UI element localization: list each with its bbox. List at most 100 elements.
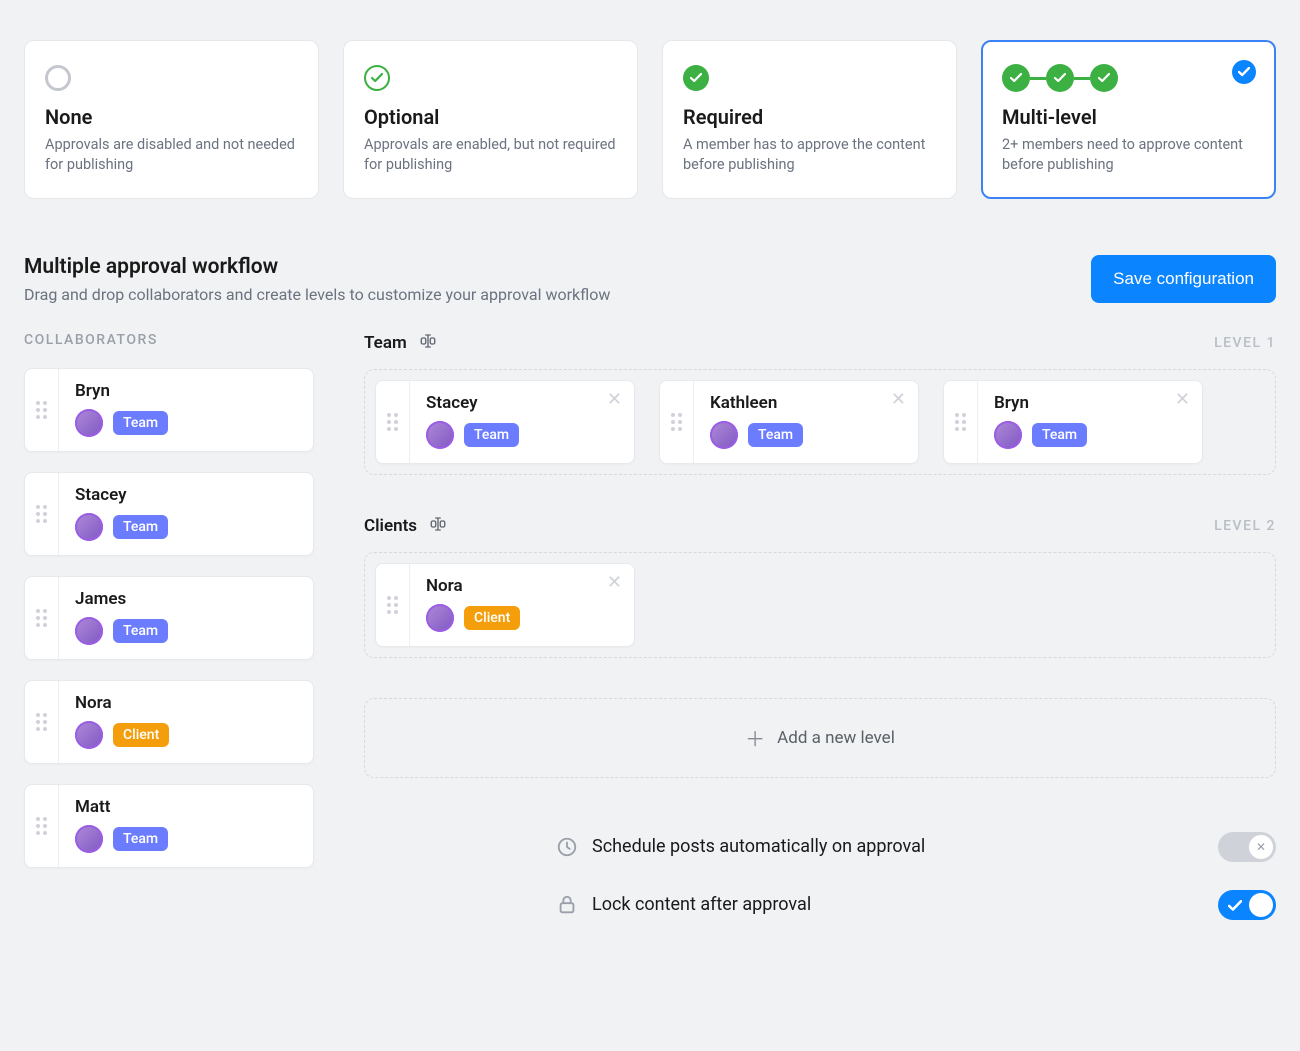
level-dropzone[interactable]: ✕ Nora Client [364, 552, 1276, 658]
switch-knob [1249, 893, 1273, 917]
remove-member-icon[interactable]: ✕ [607, 574, 622, 592]
option-required[interactable]: Required A member has to approve the con… [662, 40, 957, 199]
toggle-row-lock: Lock content after approval [556, 876, 1276, 934]
role-tag: Team [113, 515, 168, 539]
level-member-card[interactable]: ✕ Stacey Team [375, 380, 635, 464]
check-icon [1228, 897, 1242, 916]
multi-check-chain-icon [1002, 64, 1118, 92]
collaborator-card[interactable]: Stacey Team [24, 472, 314, 556]
collaborator-name: Stacey [75, 485, 297, 505]
role-tag: Client [113, 723, 169, 747]
remove-member-icon[interactable]: ✕ [891, 391, 906, 409]
member-name: Bryn [994, 393, 1186, 413]
plus-icon: ＋ [745, 723, 765, 752]
drag-handle-icon[interactable] [944, 381, 978, 463]
role-tag: Team [113, 619, 168, 643]
option-multi-level[interactable]: Multi-level 2+ members need to approve c… [981, 40, 1276, 199]
member-name: Stacey [426, 393, 618, 413]
rename-icon[interactable] [419, 332, 437, 355]
drag-handle-icon[interactable] [25, 473, 59, 555]
workflow-section-header: Multiple approval workflow Drag and drop… [24, 255, 1276, 304]
rename-icon[interactable] [429, 515, 447, 538]
role-tag: Team [113, 411, 168, 435]
collaborators-heading: COLLABORATORS [24, 332, 314, 348]
level-member-card[interactable]: ✕ Nora Client [375, 563, 635, 647]
collaborator-card[interactable]: James Team [24, 576, 314, 660]
check-badge-icon [683, 65, 709, 91]
clock-icon [556, 836, 578, 858]
role-tag: Team [748, 423, 803, 447]
drag-handle-icon[interactable] [376, 381, 410, 463]
member-name: Nora [426, 576, 618, 596]
collaborator-card[interactable]: Matt Team [24, 784, 314, 868]
level-name: Team [364, 333, 407, 353]
option-icon [1002, 61, 1255, 95]
level-member-card[interactable]: ✕ Bryn Team [943, 380, 1203, 464]
avatar [75, 513, 103, 541]
role-tag: Client [464, 606, 520, 630]
option-desc: 2+ members need to approve content befor… [1002, 135, 1255, 176]
option-none[interactable]: None Approvals are disabled and not need… [24, 40, 319, 199]
approval-level: Team LEVEL 1 ✕ Stacey Team [364, 332, 1276, 475]
option-icon [364, 61, 617, 95]
drag-handle-icon[interactable] [25, 785, 59, 867]
collaborator-name: James [75, 589, 297, 609]
member-name: Kathleen [710, 393, 902, 413]
avatar [75, 721, 103, 749]
toggle-switch[interactable] [1218, 890, 1276, 920]
level-label: LEVEL 1 [1214, 335, 1276, 351]
workflow-toggles: Schedule posts automatically on approval… [556, 818, 1276, 934]
collaborator-card[interactable]: Nora Client [24, 680, 314, 764]
collaborator-name: Nora [75, 693, 297, 713]
level-label: LEVEL 2 [1214, 518, 1276, 534]
role-tag: Team [113, 827, 168, 851]
levels-column: Team LEVEL 1 ✕ Stacey Team [364, 332, 1276, 934]
toggle-row-schedule: Schedule posts automatically on approval… [556, 818, 1276, 876]
check-outline-icon [364, 65, 390, 91]
collaborator-name: Matt [75, 797, 297, 817]
avatar [75, 825, 103, 853]
avatar [426, 421, 454, 449]
drag-handle-icon[interactable] [660, 381, 694, 463]
option-desc: Approvals are enabled, but not required … [364, 135, 617, 176]
collaborator-name: Bryn [75, 381, 297, 401]
level-dropzone[interactable]: ✕ Stacey Team ✕ Kathleen [364, 369, 1276, 475]
drag-handle-icon[interactable] [376, 564, 410, 646]
option-desc: A member has to approve the content befo… [683, 135, 936, 176]
option-title: Multi-level [1002, 105, 1255, 129]
avatar [710, 421, 738, 449]
section-title: Multiple approval workflow [24, 255, 610, 279]
option-title: None [45, 105, 298, 129]
add-level-label: Add a new level [777, 728, 895, 748]
option-icon [45, 61, 298, 95]
circle-empty-icon [45, 65, 71, 91]
avatar [75, 409, 103, 437]
drag-handle-icon[interactable] [25, 369, 59, 451]
avatar [994, 421, 1022, 449]
collaborator-card[interactable]: Bryn Team [24, 368, 314, 452]
drag-handle-icon[interactable] [25, 577, 59, 659]
role-tag: Team [464, 423, 519, 447]
approval-level: Clients LEVEL 2 ✕ Nora Clien [364, 515, 1276, 658]
drag-handle-icon[interactable] [25, 681, 59, 763]
role-tag: Team [1032, 423, 1087, 447]
toggle-label: Schedule posts automatically on approval [592, 836, 925, 857]
section-subtitle: Drag and drop collaborators and create l… [24, 285, 610, 304]
level-name: Clients [364, 516, 417, 536]
avatar [426, 604, 454, 632]
option-optional[interactable]: Optional Approvals are enabled, but not … [343, 40, 638, 199]
option-title: Optional [364, 105, 617, 129]
option-title: Required [683, 105, 936, 129]
add-level-button[interactable]: ＋ Add a new level [364, 698, 1276, 778]
remove-member-icon[interactable]: ✕ [607, 391, 622, 409]
selected-check-icon [1232, 60, 1256, 84]
remove-member-icon[interactable]: ✕ [1175, 391, 1190, 409]
approval-options-row: None Approvals are disabled and not need… [24, 40, 1276, 199]
toggle-label: Lock content after approval [592, 894, 811, 915]
option-desc: Approvals are disabled and not needed fo… [45, 135, 298, 176]
toggle-switch[interactable]: ✕ [1218, 832, 1276, 862]
collaborators-column: COLLABORATORS Bryn Team Stacey Team [24, 332, 314, 888]
option-icon [683, 61, 936, 95]
save-configuration-button[interactable]: Save configuration [1091, 255, 1276, 303]
level-member-card[interactable]: ✕ Kathleen Team [659, 380, 919, 464]
